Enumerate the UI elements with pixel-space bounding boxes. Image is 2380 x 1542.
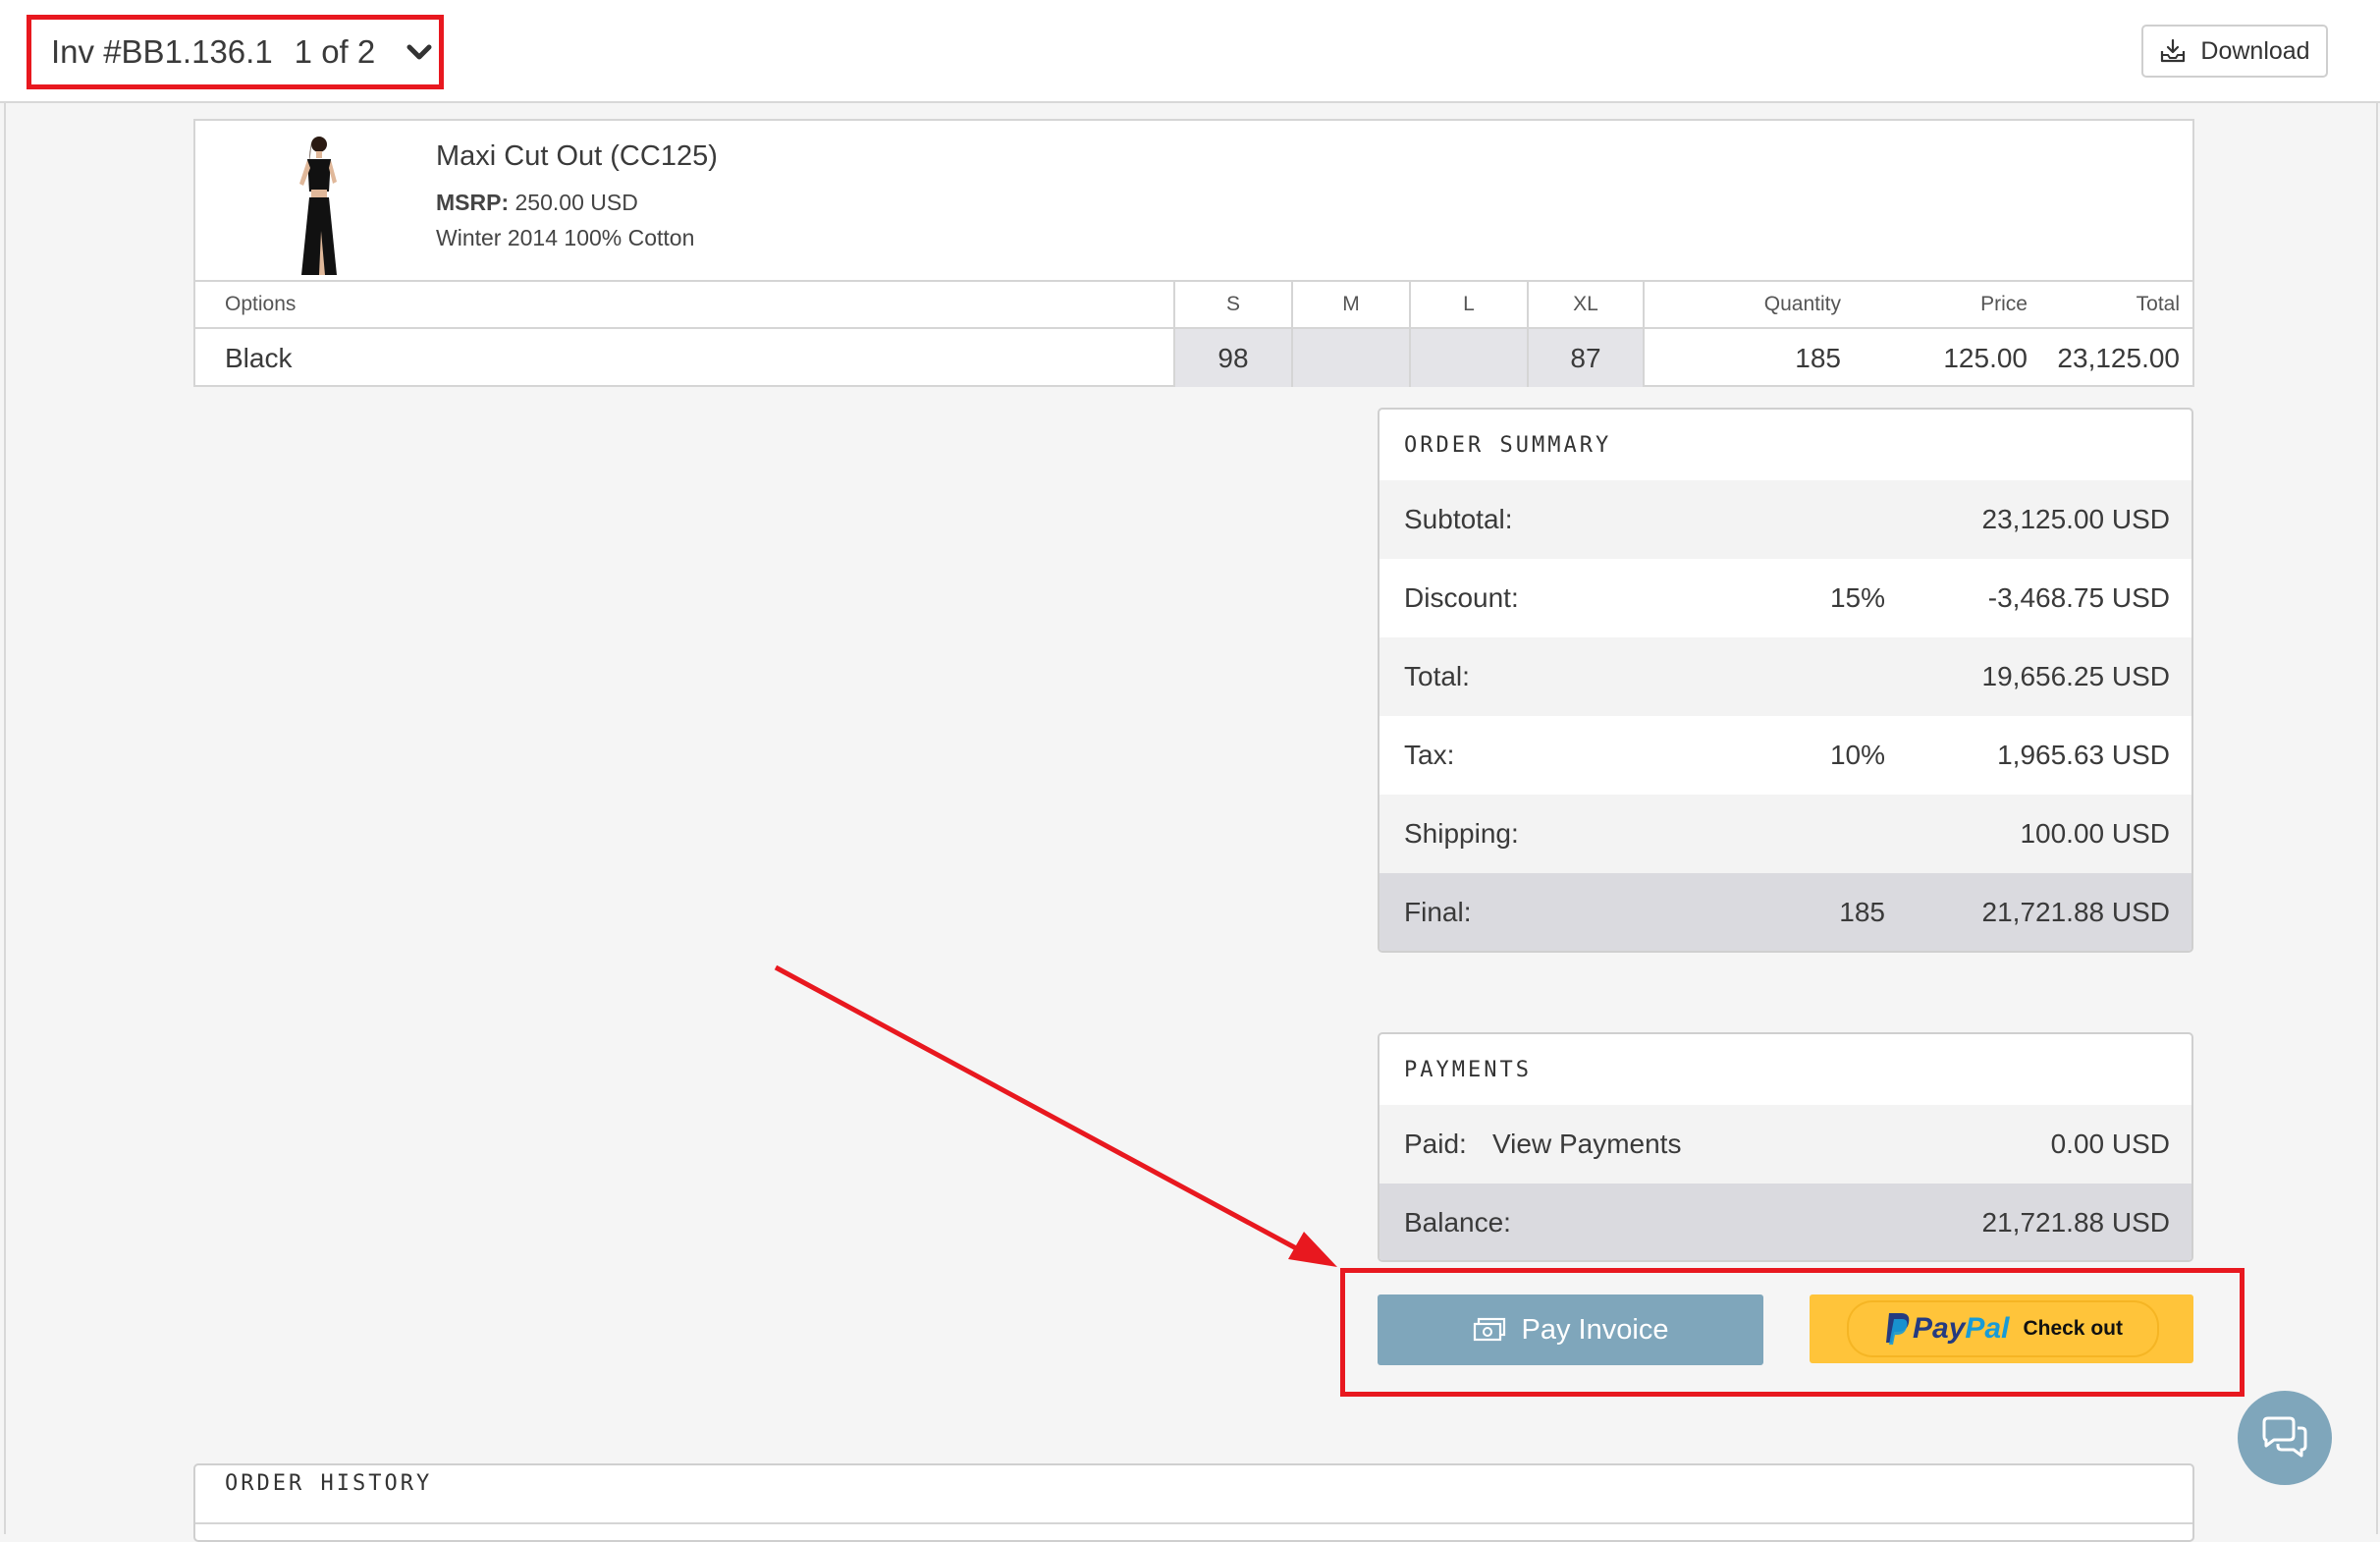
order-history-title: ORDER HISTORY xyxy=(225,1471,433,1496)
order-history-divider xyxy=(195,1522,2192,1524)
chat-icon xyxy=(2262,1416,2307,1458)
pay-invoice-label: Pay Invoice xyxy=(1521,1313,1669,1346)
paypal-checkout-button[interactable]: PayPal Check out xyxy=(1810,1294,2193,1363)
paypal-logo-icon xyxy=(1886,1313,1910,1345)
paypal-checkout-label: Check out xyxy=(2023,1317,2123,1340)
money-icon xyxy=(1473,1317,1505,1342)
paypal-checkout-inner: PayPal Check out xyxy=(1847,1300,2159,1357)
chat-button[interactable] xyxy=(2238,1391,2332,1485)
pay-invoice-button[interactable]: Pay Invoice xyxy=(1378,1294,1763,1365)
paypal-word-pal: Pal xyxy=(1965,1312,2010,1345)
order-history-panel: ORDER HISTORY xyxy=(193,1463,2194,1542)
paypal-word-pay: Pay xyxy=(1913,1312,1966,1345)
paypal-wordmark: PayPal xyxy=(1913,1312,2009,1346)
